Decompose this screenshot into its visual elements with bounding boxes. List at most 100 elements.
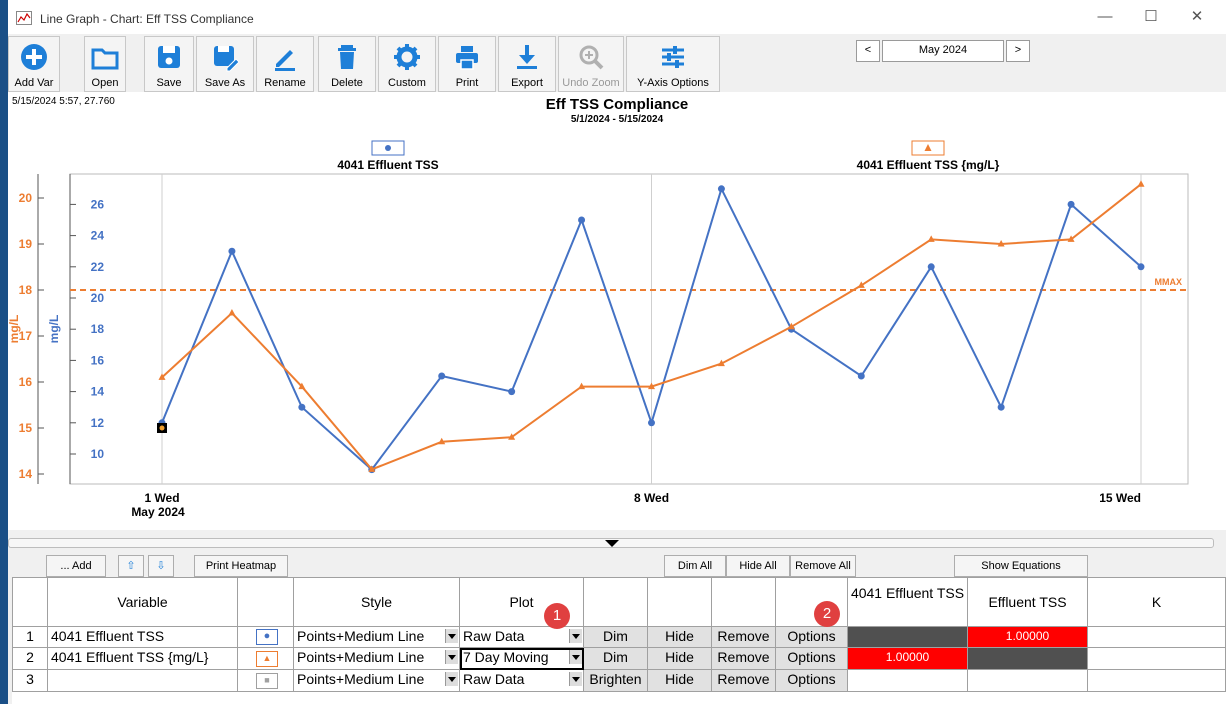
- cursor-marker-dot: [159, 425, 165, 431]
- row-number: 2: [12, 648, 48, 670]
- data-point: [228, 247, 236, 255]
- data-point: [438, 372, 446, 380]
- y-right-tick-label: 16: [91, 353, 105, 367]
- show-equations-button[interactable]: Show Equations: [954, 555, 1088, 577]
- open-label: Open: [91, 77, 119, 89]
- grid-button-bar: ... Add ⇧ ⇩ Print Heatmap Dim All Hide A…: [8, 554, 1226, 578]
- chevron-down-icon[interactable]: [569, 629, 582, 643]
- print-button[interactable]: Print: [438, 36, 496, 92]
- style-dropdown[interactable]: Points+Medium Line: [294, 627, 460, 648]
- sliders-icon: [658, 42, 688, 75]
- open-button[interactable]: Open: [84, 36, 126, 92]
- y-left-axis-label: mg/L: [8, 315, 21, 344]
- variable-cell[interactable]: 4041 Effluent TSS: [48, 627, 238, 648]
- add-row-button[interactable]: ... Add: [46, 555, 106, 577]
- x-tick-label: 15 Wed: [1099, 491, 1141, 505]
- data-point: [648, 419, 655, 427]
- splitter[interactable]: [8, 530, 1226, 550]
- y-axis-options-button[interactable]: Y-Axis Options: [626, 36, 720, 92]
- rename-label: Rename: [264, 77, 306, 89]
- hide-button[interactable]: Hide: [648, 670, 712, 692]
- correlation-cell: [848, 627, 968, 648]
- chevron-down-icon[interactable]: [445, 629, 458, 643]
- dim-button[interactable]: Dim: [584, 648, 648, 670]
- callout-badge-2: 2: [814, 601, 840, 627]
- data-point: [298, 403, 306, 411]
- chevron-down-icon[interactable]: [445, 672, 458, 686]
- dim-all-button[interactable]: Dim All: [664, 555, 726, 577]
- undo-zoom-button[interactable]: Undo Zoom: [558, 36, 624, 92]
- remove-button[interactable]: Remove: [712, 648, 776, 670]
- gear-icon: [392, 42, 422, 75]
- marker-cell[interactable]: ▲: [238, 648, 294, 670]
- marker-cell[interactable]: ■: [238, 670, 294, 692]
- chevron-down-icon[interactable]: [569, 672, 582, 686]
- close-button[interactable]: ✕: [1174, 4, 1220, 30]
- plot-dropdown[interactable]: Raw Data: [460, 627, 584, 648]
- plot-dropdown[interactable]: 7 Day Moving: [460, 648, 584, 670]
- y-right-tick-label: 14: [91, 385, 105, 399]
- rename-button[interactable]: Rename: [256, 36, 314, 92]
- window-title: Line Graph - Chart: Eff TSS Compliance: [40, 12, 254, 26]
- square-marker-icon: ■: [256, 673, 278, 689]
- y-axis-options-label: Y-Axis Options: [637, 77, 709, 89]
- maximize-button[interactable]: ☐: [1128, 4, 1174, 30]
- next-month-button[interactable]: >: [1006, 40, 1030, 62]
- style-dropdown[interactable]: Points+Medium Line: [294, 648, 460, 670]
- hide-header: [648, 577, 712, 627]
- plot-dropdown[interactable]: Raw Data: [460, 670, 584, 692]
- add-var-button[interactable]: Add Var: [8, 36, 60, 92]
- k-cell: [1088, 670, 1226, 692]
- delete-button[interactable]: Delete: [318, 36, 376, 92]
- chevron-down-icon[interactable]: [569, 650, 582, 664]
- save-as-button[interactable]: Save As: [196, 36, 254, 92]
- custom-button[interactable]: Custom: [378, 36, 436, 92]
- move-up-button[interactable]: ⇧: [118, 555, 144, 577]
- remove-all-button[interactable]: Remove All: [790, 555, 856, 577]
- options-button[interactable]: Options: [776, 627, 848, 648]
- k-cell: [1088, 648, 1226, 670]
- correlation-cell: [848, 670, 968, 692]
- style-dropdown[interactable]: Points+Medium Line: [294, 670, 460, 692]
- x-tick-label: 8 Wed: [634, 491, 669, 505]
- y-right-tick-label: 26: [91, 197, 105, 211]
- options-button[interactable]: Options: [776, 648, 848, 670]
- custom-label: Custom: [388, 77, 426, 89]
- hide-all-button[interactable]: Hide All: [726, 555, 790, 577]
- print-heatmap-button[interactable]: Print Heatmap: [194, 555, 288, 577]
- y-right-tick-label: 20: [91, 291, 105, 305]
- data-point: [857, 372, 865, 380]
- prev-month-button[interactable]: <: [856, 40, 880, 62]
- chart-panel[interactable]: Eff TSS Compliance 5/1/2024 - 5/15/2024 …: [8, 92, 1226, 530]
- chevron-down-icon[interactable]: [445, 650, 458, 664]
- k-header: K: [1088, 577, 1226, 627]
- collapse-arrow-icon[interactable]: [605, 540, 619, 548]
- remove-button[interactable]: Remove: [712, 670, 776, 692]
- download-icon: [512, 42, 542, 75]
- data-point: [228, 309, 236, 316]
- options-button[interactable]: Options: [776, 670, 848, 692]
- add-var-label: Add Var: [14, 77, 54, 89]
- line-chart[interactable]: 1 Wed 8 Wed 15 WedMay 202414151617181920mg…: [8, 92, 1226, 530]
- export-button[interactable]: Export: [498, 36, 556, 92]
- legend-label: 4041 Effluent TSS: [337, 158, 438, 172]
- circle-marker-icon: ●: [256, 629, 278, 645]
- minimize-button[interactable]: —: [1082, 4, 1128, 30]
- variable-cell[interactable]: [48, 670, 238, 692]
- hide-button[interactable]: Hide: [648, 627, 712, 648]
- dim-header: [584, 577, 648, 627]
- remove-button[interactable]: Remove: [712, 627, 776, 648]
- variable-cell[interactable]: 4041 Effluent TSS {mg/L}: [48, 648, 238, 670]
- line-graph-window: Line Graph - Chart: Eff TSS Compliance —…: [8, 0, 1226, 704]
- delete-label: Delete: [331, 77, 363, 89]
- brighten-button[interactable]: Brighten: [584, 670, 648, 692]
- marker-cell[interactable]: ●: [238, 627, 294, 648]
- save-button[interactable]: Save: [144, 36, 194, 92]
- undo-zoom-label: Undo Zoom: [562, 77, 620, 89]
- hide-button[interactable]: Hide: [648, 648, 712, 670]
- dim-button[interactable]: Dim: [584, 627, 648, 648]
- move-down-button[interactable]: ⇩: [148, 555, 174, 577]
- arrow-up-icon: ⇧: [126, 560, 136, 572]
- row-number: 3: [12, 670, 48, 692]
- y-right-tick-label: 10: [91, 447, 105, 461]
